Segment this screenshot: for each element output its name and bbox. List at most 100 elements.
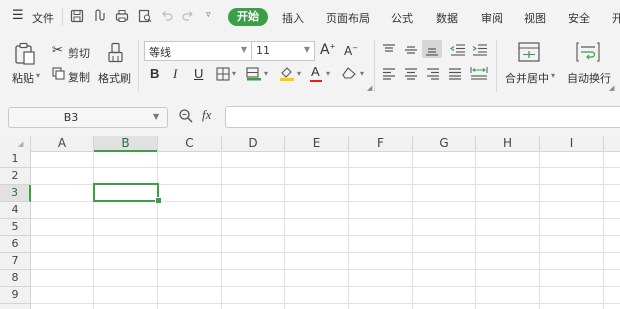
wrap-text-icon[interactable] [576,42,600,62]
distributed-align-icon[interactable] [470,66,488,80]
wrap-text-button[interactable]: 自动换行 [567,70,611,86]
bold-button[interactable]: B [150,66,159,81]
font-name-select[interactable]: 等线 ▼ [144,41,252,61]
align-top-icon[interactable] [382,44,396,56]
copy-icon [52,67,65,80]
align-bottom-button[interactable] [422,40,442,58]
font-size-value: 11 [256,44,270,57]
name-box[interactable]: B3 ▼ [8,107,168,128]
cut-button[interactable]: 剪切 [68,45,90,61]
divider [138,40,139,92]
justify-icon[interactable] [448,68,462,80]
align-left-icon[interactable] [382,68,396,80]
row-header-partial[interactable] [0,304,31,309]
tab-page-layout[interactable]: 页面布局 [326,10,370,26]
chevron-down-icon[interactable]: ▾ [232,69,236,78]
tab-data[interactable]: 数据 [436,10,458,26]
fill-format-icon[interactable] [246,67,262,81]
format-painter-icon[interactable] [106,42,126,64]
font-name-value: 等线 [149,46,171,59]
align-middle-icon[interactable] [404,44,418,56]
row-header-7[interactable]: 7 [0,253,31,270]
save-icon[interactable] [70,9,84,23]
hamburger-menu-icon[interactable]: ☰ [12,8,24,23]
paste-button[interactable]: 粘贴 [12,70,34,86]
active-cell-b3[interactable] [93,183,159,202]
font-size-select[interactable]: 11 ▼ [251,41,315,61]
tab-review[interactable]: 审阅 [481,10,503,26]
select-all-corner[interactable]: ◢ [0,136,31,152]
file-menu[interactable]: 文件 [32,10,54,26]
increase-indent-icon[interactable] [472,44,488,56]
merge-center-icon[interactable] [518,42,540,62]
column-header-i[interactable]: I [540,136,604,152]
quick-access-dropdown-icon[interactable]: ▿ [206,10,211,20]
formula-input[interactable] [225,106,620,128]
row-header-1[interactable]: 1 [0,151,31,168]
divider [374,40,375,92]
underline-button[interactable]: U [194,66,203,81]
zoom-search-icon[interactable] [178,108,194,124]
gridline [31,218,620,219]
align-center-icon[interactable] [404,68,418,80]
row-header-9[interactable]: 9 [0,287,31,304]
row-header-2[interactable]: 2 [0,168,31,185]
borders-icon[interactable] [216,67,230,81]
chevron-down-icon[interactable]: ▾ [297,69,301,78]
column-header-a[interactable]: A [31,136,94,152]
print-preview-icon[interactable] [138,9,152,23]
column-header-g[interactable]: G [413,136,476,152]
row-header-3[interactable]: 3 [0,185,31,202]
tab-home[interactable]: 开始 [228,8,268,26]
alignment-settings-launcher-icon[interactable]: ◢ [609,84,614,92]
gridline [31,286,620,287]
tab-insert[interactable]: 插入 [282,10,304,26]
row-header-8[interactable]: 8 [0,270,31,287]
merge-dropdown-icon[interactable]: ▾ [551,71,555,80]
format-painter-button[interactable]: 格式刷 [98,70,131,86]
column-header-e[interactable]: E [285,136,349,152]
font-color-swatch [310,80,322,82]
fill-handle[interactable] [155,197,162,204]
column-header-h[interactable]: H [476,136,540,152]
column-header-b[interactable]: B [94,136,158,152]
row-header-6[interactable]: 6 [0,236,31,253]
redo-icon[interactable] [181,9,195,23]
column-header-partial[interactable] [604,136,620,152]
undo-icon[interactable] [160,9,174,23]
divider [62,8,63,26]
align-bottom-icon [426,48,438,56]
row-header-5[interactable]: 5 [0,219,31,236]
corner-triangle-icon: ◢ [18,140,24,148]
merge-center-button[interactable]: 合并居中 [505,70,549,86]
decrease-font-size-icon[interactable]: A− [344,44,358,58]
print-icon[interactable] [115,9,129,23]
align-right-icon[interactable] [426,68,440,80]
column-header-c[interactable]: C [158,136,222,152]
clear-eraser-icon[interactable] [342,66,358,80]
paste-icon[interactable] [14,42,36,66]
paste-dropdown-icon[interactable]: ▾ [36,71,40,80]
tab-security[interactable]: 安全 [568,10,590,26]
row-header-4[interactable]: 4 [0,202,31,219]
chevron-down-icon[interactable]: ▼ [153,112,159,121]
font-color-icon[interactable]: A [311,64,320,79]
copy-button[interactable]: 复制 [68,69,90,85]
gridline [31,303,620,304]
tab-view[interactable]: 视图 [524,10,546,26]
decrease-indent-icon[interactable] [450,44,466,56]
gridline [31,235,620,236]
font-settings-launcher-icon[interactable]: ◢ [367,84,372,92]
fill-color-icon[interactable] [279,65,295,81]
fx-insert-function-button[interactable]: fx [202,107,211,123]
tab-more[interactable]: 开 [612,10,620,26]
chevron-down-icon[interactable]: ▾ [264,69,268,78]
column-header-d[interactable]: D [222,136,285,152]
chevron-down-icon[interactable]: ▾ [360,69,364,78]
italic-button[interactable]: I [173,66,177,82]
output-pdf-icon[interactable] [93,9,107,23]
column-header-f[interactable]: F [349,136,413,152]
tab-formulas[interactable]: 公式 [391,10,413,26]
chevron-down-icon[interactable]: ▾ [326,69,330,78]
increase-font-size-icon[interactable]: A+ [320,42,335,58]
